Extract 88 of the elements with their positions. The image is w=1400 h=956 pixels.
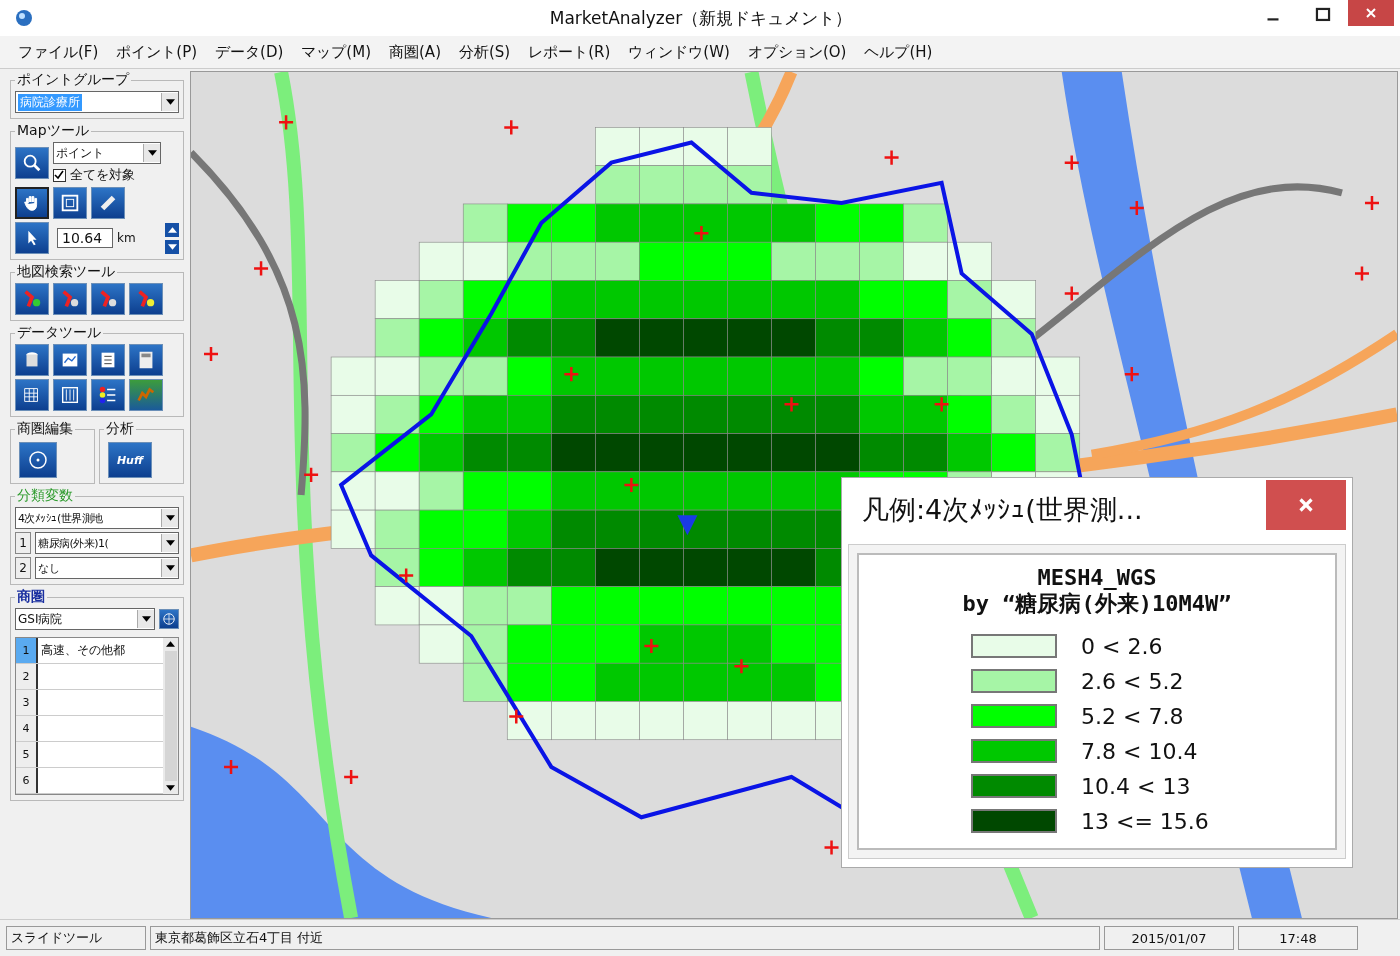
search-icon[interactable] <box>21 152 43 174</box>
close-button[interactable] <box>1348 0 1394 26</box>
dropdown-arrow-icon[interactable] <box>165 99 175 105</box>
status-field: スライドツール <box>6 926 146 950</box>
map-search-button[interactable] <box>129 283 163 315</box>
scale-input[interactable]: 10.64 <box>57 228 113 248</box>
variable-dropdown[interactable]: なし <box>35 557 179 579</box>
row-number[interactable]: 2 <box>16 664 38 689</box>
legend-label: 7.8 < 10.4 <box>1081 738 1198 764</box>
menu-item[interactable]: ヘルプ(H) <box>856 42 941 62</box>
legend-subheading: by “糖尿病(外来)10M4W” <box>962 591 1232 618</box>
row-number[interactable]: 3 <box>16 690 38 715</box>
dropdown-arrow-icon[interactable] <box>165 565 175 571</box>
row-number: 2 <box>15 557 31 579</box>
menu-item[interactable]: レポート(R) <box>520 42 619 62</box>
status-field: 2015/01/07 <box>1104 926 1234 950</box>
menu-item[interactable]: データ(D) <box>207 42 292 62</box>
variable-dropdown[interactable]: 糖尿病(外来)1( <box>35 532 179 554</box>
close-button[interactable] <box>1266 480 1346 530</box>
circle-icon[interactable] <box>26 448 50 472</box>
group-title: データツール <box>16 324 102 342</box>
mesh-dropdown[interactable]: 4次ﾒｯｼｭ(世界測地 <box>15 507 179 529</box>
down-arrow-icon[interactable] <box>166 785 175 791</box>
legend-label: 10.4 < 13 <box>1081 773 1191 799</box>
row-number[interactable]: 1 <box>16 638 38 663</box>
group-title: 商圏 <box>16 588 46 606</box>
group-title: ポイントグループ <box>16 71 131 89</box>
huff-button[interactable]: Huff <box>108 442 152 478</box>
menu-item[interactable]: 分析(S) <box>451 42 519 62</box>
row-number: 1 <box>15 532 31 554</box>
frame-tool-button[interactable] <box>53 187 87 219</box>
menu-item[interactable]: マップ(M) <box>293 42 379 62</box>
row-number[interactable]: 5 <box>16 742 38 767</box>
map-search-button[interactable] <box>53 283 87 315</box>
status-field: 東京都葛飾区立石4丁目 付近 <box>150 926 1100 950</box>
group-title: 地図検索ツール <box>16 263 116 281</box>
dropdown-arrow-icon[interactable] <box>165 515 175 521</box>
pointer-tool-button[interactable] <box>15 222 49 254</box>
legend-label: 13 <= 15.6 <box>1081 808 1209 834</box>
map-search-button[interactable] <box>91 283 125 315</box>
dropdown-arrow-icon[interactable] <box>165 540 175 546</box>
group-title: 分析 <box>105 420 135 438</box>
ruler-tool-button[interactable] <box>91 187 125 219</box>
frame-icon[interactable] <box>59 192 81 214</box>
table-icon[interactable] <box>59 384 81 406</box>
row-number[interactable]: 6 <box>16 768 38 793</box>
legend-heading: MESH4_WGS <box>1037 565 1157 592</box>
menu-item[interactable]: ウィンドウ(W) <box>620 42 738 62</box>
legend-list-button[interactable] <box>91 379 125 411</box>
up-arrow-button[interactable] <box>165 222 179 237</box>
map-search-button[interactable] <box>15 283 49 315</box>
calculator-button[interactable] <box>129 344 163 376</box>
unit-label: km <box>117 231 136 245</box>
status-field: 17:48 <box>1238 926 1358 950</box>
row-number[interactable]: 4 <box>16 716 38 741</box>
search-button[interactable] <box>15 147 49 179</box>
up-arrow-icon[interactable] <box>166 641 175 647</box>
legend-label: 2.6 < 5.2 <box>1081 668 1184 694</box>
menu-item[interactable]: 商圏(A) <box>381 42 449 62</box>
database-button[interactable] <box>15 344 49 376</box>
mode-dropdown[interactable]: ポイント <box>53 142 161 164</box>
group-title: Mapツール <box>16 122 90 140</box>
down-arrow-icon[interactable] <box>167 243 177 250</box>
table-button[interactable] <box>53 379 87 411</box>
circle-tool-button[interactable] <box>19 442 57 478</box>
checkmark-icon[interactable] <box>54 169 64 180</box>
all-targets-checkbox[interactable]: 全てを対象 <box>53 166 161 184</box>
down-arrow-button[interactable] <box>165 239 179 254</box>
legend-label: 5.2 < 7.8 <box>1081 703 1184 729</box>
legend-label: 0 < 2.6 <box>1081 633 1163 659</box>
group-title: 分類変数 <box>16 487 74 505</box>
table-cell-text: 高速、その他都 <box>40 642 125 659</box>
menu-item[interactable]: オプション(O) <box>739 42 855 62</box>
trade-area-dropdown[interactable]: GSI病院 <box>15 608 155 630</box>
dropdown-arrow-icon[interactable] <box>141 616 151 622</box>
chart-window-button[interactable] <box>53 344 87 376</box>
grid-button[interactable] <box>15 379 49 411</box>
group-title: 商圏編集 <box>16 420 74 438</box>
hand-tool-button[interactable] <box>15 187 49 219</box>
dropdown-arrow-icon[interactable] <box>147 150 157 156</box>
window-title: MarketAnalyzer（新規ドキュメント） <box>549 6 853 30</box>
globe-icon <box>14 8 34 28</box>
menu-item[interactable]: ポイント(P) <box>108 42 206 62</box>
list-button[interactable] <box>91 344 125 376</box>
scrollbar[interactable] <box>163 638 178 794</box>
up-arrow-icon[interactable] <box>167 226 177 233</box>
legend-title: 凡例:4次ﾒｯｼｭ(世界測... <box>861 493 1143 527</box>
menu-item[interactable]: ファイル(F) <box>10 42 107 62</box>
